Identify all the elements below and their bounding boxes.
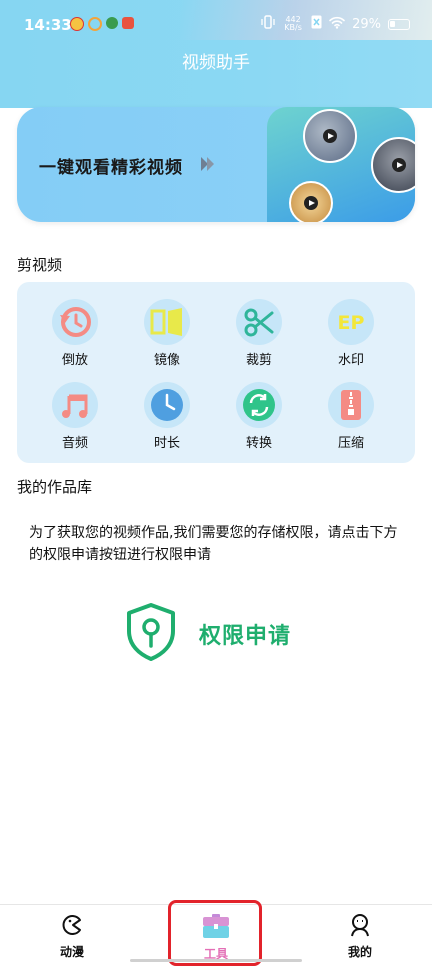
status-right: 442 KB/s 29% xyxy=(261,15,410,33)
tool-watermark[interactable]: EP 水印 xyxy=(316,299,386,368)
convert-icon xyxy=(236,382,282,428)
app-person-icon xyxy=(106,17,118,29)
status-bar: 14:33 442 KB/s 29% xyxy=(0,0,432,40)
tool-audio[interactable]: 音频 xyxy=(40,382,110,451)
tool-duration[interactable]: 时长 xyxy=(132,382,202,451)
wifi-icon xyxy=(329,16,345,33)
edit-section-title: 剪视频 xyxy=(17,256,63,274)
tool-reverse[interactable]: 倒放 xyxy=(40,299,110,368)
tools-grid: 倒放 镜像 裁剪 EP 水印 音频 时长 转换 压缩 xyxy=(17,282,415,463)
video-thumbnail-3 xyxy=(289,181,333,222)
status-app-icons xyxy=(70,17,134,31)
banner-text: 一键观看精彩视频 xyxy=(39,158,183,178)
battery-percent: 29% xyxy=(352,16,381,32)
permission-message: 为了获取您的视频作品,我们需要您的存储权限，请点击下方的权限申请按钮进行权限申请 xyxy=(29,525,398,563)
battery-icon xyxy=(388,18,410,30)
tool-label: 水印 xyxy=(337,353,364,368)
tab-label: 动漫 xyxy=(59,945,84,959)
tab-highlight-box xyxy=(168,900,262,966)
tool-label: 音频 xyxy=(61,436,88,451)
tab-anime[interactable]: 动漫 xyxy=(32,913,112,960)
play-icon xyxy=(392,158,406,172)
double-arrow-icon xyxy=(201,157,214,171)
clock-icon xyxy=(144,382,190,428)
zip-icon xyxy=(328,382,374,428)
tool-convert[interactable]: 转换 xyxy=(224,382,294,451)
play-icon xyxy=(323,129,337,143)
rewind-icon xyxy=(52,299,98,345)
tool-mirror[interactable]: 镜像 xyxy=(132,299,202,368)
watch-videos-banner[interactable]: 一键观看精彩视频 xyxy=(17,107,415,222)
mirror-icon xyxy=(144,299,190,345)
banner-thumbnails xyxy=(267,107,415,222)
page-title: 视频助手 xyxy=(182,53,250,73)
home-indicator xyxy=(130,959,302,962)
tool-label: 倒放 xyxy=(61,353,88,368)
play-icon xyxy=(304,196,318,210)
app-ring-icon xyxy=(88,17,102,31)
watermark-icon: EP xyxy=(328,299,374,345)
net-speed-unit: KB/s xyxy=(284,23,302,32)
pacman-icon xyxy=(62,915,81,935)
scissors-icon xyxy=(236,299,282,345)
tool-label: 裁剪 xyxy=(245,353,272,368)
video-thumbnail-1 xyxy=(303,109,357,163)
vibrate-icon xyxy=(261,15,275,33)
tool-label: 镜像 xyxy=(153,353,180,368)
library-section-title: 我的作品库 xyxy=(17,478,93,496)
tool-compress[interactable]: 压缩 xyxy=(316,382,386,451)
svg-text:EP: EP xyxy=(338,312,365,334)
tool-crop[interactable]: 裁剪 xyxy=(224,299,294,368)
status-time: 14:33 xyxy=(24,16,72,34)
tool-label: 时长 xyxy=(153,436,180,451)
app-red-icon xyxy=(122,17,134,29)
music-icon xyxy=(52,382,98,428)
tool-label: 转换 xyxy=(245,436,272,451)
shield-key-icon xyxy=(127,603,175,661)
video-thumbnail-2 xyxy=(371,137,415,193)
permission-button-label: 权限申请 xyxy=(199,624,292,649)
weibo-icon xyxy=(70,17,84,31)
net-speed: 442 KB/s xyxy=(282,16,304,32)
tab-mine[interactable]: 我的 xyxy=(320,913,400,960)
tab-label: 我的 xyxy=(347,945,372,959)
tool-label: 压缩 xyxy=(337,436,364,451)
person-icon xyxy=(351,914,369,937)
sim-off-icon xyxy=(311,15,322,33)
permission-request-button[interactable]: 权限申请 xyxy=(124,600,314,664)
